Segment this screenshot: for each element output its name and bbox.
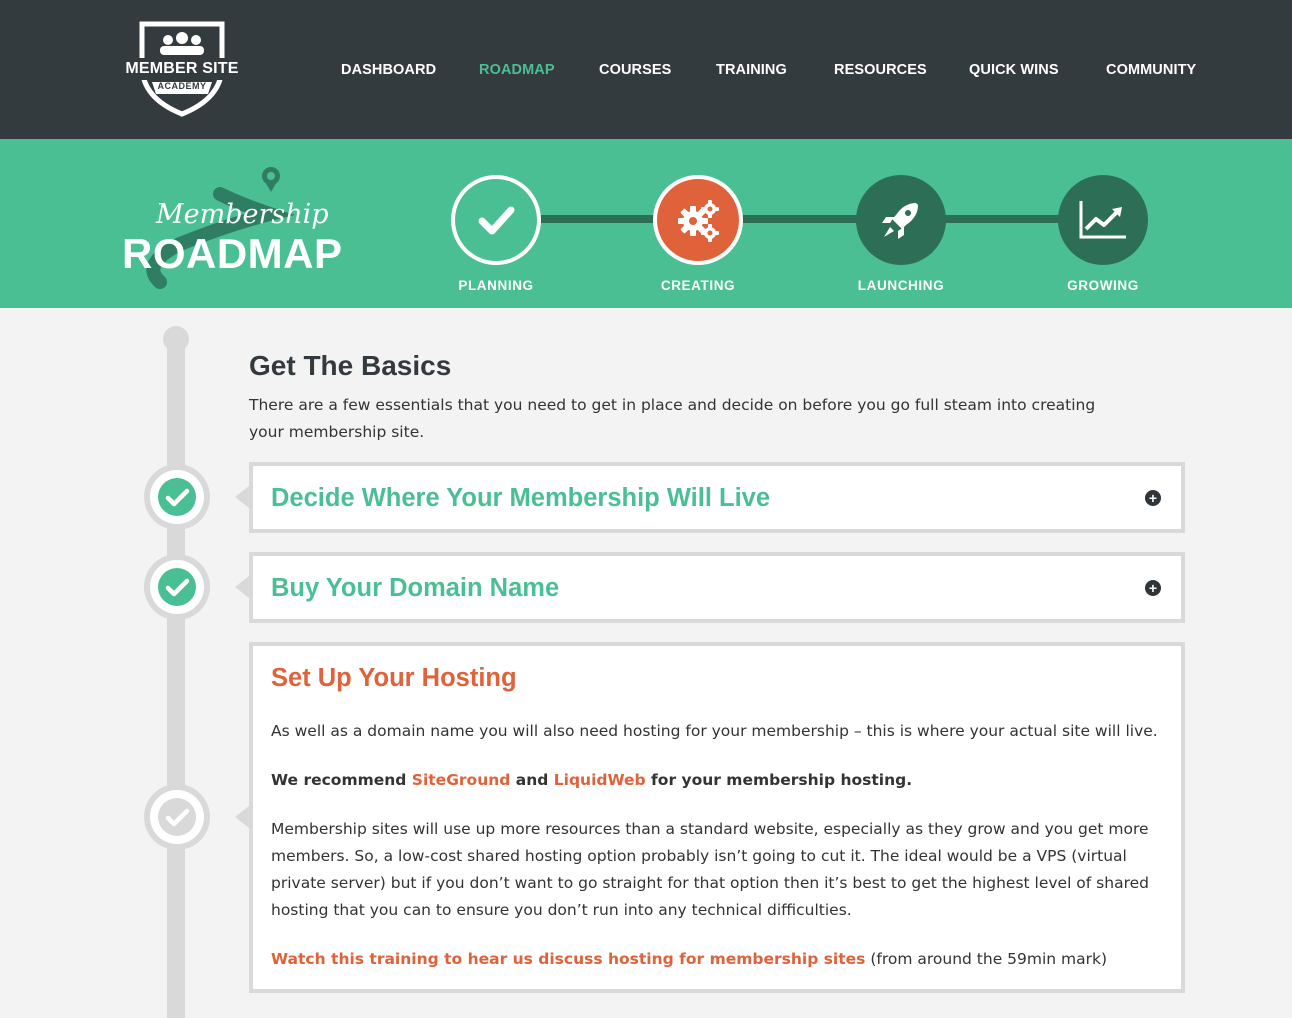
timeline-node-complete [144,554,210,620]
step-connector [742,215,858,223]
nav-community[interactable]: COMMUNITY [1106,62,1196,78]
timeline-track [167,338,185,1018]
step-label-launching: LAUNCHING [857,278,945,293]
liquidweb-link[interactable]: LiquidWeb [554,771,646,789]
nav-dashboard[interactable]: DASHBOARD [341,62,436,78]
step-launching[interactable] [856,175,946,265]
nav-training[interactable]: TRAINING [716,62,787,78]
siteground-link[interactable]: SiteGround [412,771,511,789]
rocket-icon [882,203,918,239]
logo-subtitle: ACADEMY [157,81,207,91]
hosting-intro-text: As well as a domain name you will also n… [271,722,1158,740]
gears-icon [678,200,719,242]
task-title[interactable]: Decide Where Your Membership Will Live [271,484,770,513]
expand-plus-icon[interactable]: + [1145,580,1161,596]
check-circle-icon [158,798,196,836]
nav-resources[interactable]: RESOURCES [834,62,927,78]
roadmap-script-text: Membership [156,199,329,230]
nav-quick-wins[interactable]: QUICK WINS [969,62,1059,78]
task-card-membership-location[interactable]: Decide Where Your Membership Will Live + [249,462,1185,533]
step-label-growing: GROWING [1067,278,1139,293]
task-body: As well as a domain name you will also n… [271,718,1161,995]
membership-roadmap-logo: Membership ROADMAP [120,164,350,289]
card-pointer [235,576,249,598]
section-description: There are a few essentials that you need… [249,396,1096,441]
expand-plus-icon[interactable]: + [1145,490,1161,506]
roadmap-big-text: ROADMAP [122,230,343,277]
step-connector [944,215,1060,223]
nav-roadmap[interactable]: ROADMAP [479,62,555,78]
hosting-details-text: Membership sites will use up more resour… [271,820,1149,919]
step-creating[interactable] [653,175,743,265]
task-title[interactable]: Buy Your Domain Name [271,574,559,603]
step-growing[interactable] [1058,175,1148,265]
chart-icon [1079,201,1126,239]
hosting-training-link[interactable]: Watch this training to hear us discuss h… [271,950,865,968]
check-circle-icon [158,478,196,516]
task-card-domain-name[interactable]: Buy Your Domain Name + [249,552,1185,623]
card-pointer [235,806,249,828]
task-card-hosting: Set Up Your Hosting As well as a domain … [249,642,1185,993]
check-circle-icon [158,568,196,606]
step-label-planning: PLANNING [458,278,534,293]
step-label-creating: CREATING [660,278,736,293]
checkmark-icon [478,206,515,235]
hosting-training-line: Watch this training to hear us discuss h… [271,950,1108,968]
card-pointer [235,486,249,508]
timeline-node-complete [144,464,210,530]
nav-courses[interactable]: COURSES [599,62,671,78]
step-planning[interactable] [451,175,541,265]
main-nav: DASHBOARD ROADMAP COURSES TRAINING RESOU… [0,62,1292,82]
hosting-recommendation: We recommend SiteGround and LiquidWeb fo… [271,771,913,789]
section-title: Get The Basics [249,350,452,381]
timeline-start-dot [163,326,189,352]
timeline-node-pending [144,784,210,850]
step-connector [540,215,656,223]
top-navigation-bar: MEMBER SITE ACADEMY DASHBOARD ROADMAP CO… [0,0,1292,139]
task-title[interactable]: Set Up Your Hosting [271,664,517,693]
